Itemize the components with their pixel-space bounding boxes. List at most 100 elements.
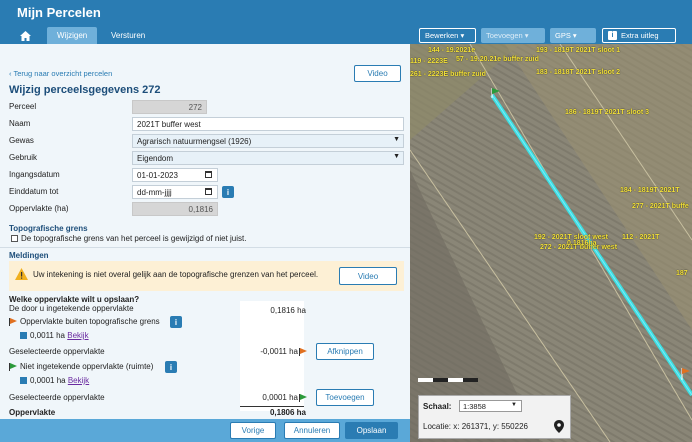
gebruik-value: Eigendom — [137, 154, 174, 163]
calendar-icon[interactable] — [205, 171, 212, 178]
map-label: 0,1816ha — [567, 240, 597, 247]
bewerken-button[interactable]: Bewerken ▾ — [419, 28, 476, 43]
green-flag-icon — [299, 394, 307, 403]
info-icon[interactable]: i — [170, 316, 182, 328]
location-readout: Locatie: x: 261371, y: 550226 — [423, 422, 528, 431]
ingangsdatum-input[interactable]: 01-01-2023 — [132, 168, 218, 182]
back-link-label: Terug naar overzicht percelen — [13, 69, 113, 78]
bewerken-label: Bewerken — [425, 31, 459, 40]
chevron-down-icon: ▼ — [393, 136, 400, 143]
annuleren-button[interactable]: Annuleren — [284, 422, 340, 439]
extra-uitleg-button[interactable]: i Extra uitleg — [602, 28, 676, 43]
perceel-field: 272 — [132, 100, 207, 114]
ingangsdatum-value: 01-01-2023 — [137, 171, 178, 180]
bekijk-link[interactable]: Bekijk — [67, 331, 88, 340]
toevoegen-button[interactable]: Toevoegen — [316, 389, 374, 406]
gewas-label: Gewas — [9, 136, 34, 145]
scale-value: 1:3858 — [463, 402, 486, 411]
field-gebruik: Gebruik Eigendom ▼ — [9, 151, 404, 165]
green-flag-icon — [9, 363, 17, 372]
gebruik-select[interactable]: Eigendom ▼ — [132, 151, 404, 165]
map-label: 193 - 1819T 2021T sloot 1 — [536, 47, 621, 54]
buiten-check-row[interactable]: 0,0011 ha Bekijk — [20, 331, 89, 340]
location-pin-icon[interactable] — [554, 420, 564, 433]
niet-checkbox[interactable] — [20, 377, 27, 385]
afknippen-button[interactable]: Afknippen — [316, 343, 374, 360]
toevoegen-label: Toevoegen — [486, 31, 523, 40]
left-panel: Mijn Percelen Wijzigen Versturen ‹ Terug… — [0, 0, 410, 442]
alert-text: Uw intekening is niet overal gelijk aan … — [33, 270, 319, 279]
map-label: 112 - 2021T — [622, 234, 660, 241]
app-title: Mijn Percelen — [17, 5, 101, 20]
scale-panel: Schaal: 1:3858 ▼ Locatie: x: 261371, y: 5… — [418, 395, 571, 439]
map-label: 144 - 19.2021e — [428, 47, 476, 54]
map-label: 183 - 1818T 2021T sloot 2 — [536, 69, 621, 76]
home-icon[interactable] — [10, 27, 40, 44]
geselecteerd2-text: 0,0001 ha — [262, 393, 298, 402]
info-icon[interactable]: i — [165, 361, 177, 373]
map-label: 187 — [676, 270, 688, 277]
einddatum-value: dd-mm-jjjj — [137, 188, 172, 197]
geselecteerd-value-1: -0,0011 ha — [260, 347, 310, 357]
geselecteerd-label-2: Geselecteerde oppervlakte — [9, 393, 105, 402]
field-ingangsdatum: Ingangsdatum 01-01-2023 — [9, 168, 404, 182]
footer-bar: Vorige Annuleren Opslaan — [0, 419, 410, 442]
niet-check-value: 0,0001 ha — [30, 376, 66, 385]
geselecteerd-label: Geselecteerde oppervlakte — [9, 347, 105, 356]
field-einddatum: Einddatum tot dd-mm-jjjj i — [9, 185, 404, 199]
back-link[interactable]: ‹ Terug naar overzicht percelen — [9, 69, 112, 78]
calendar-icon[interactable] — [205, 188, 212, 195]
scale-label: Schaal: — [423, 402, 452, 411]
orange-flag-icon — [9, 318, 17, 327]
einddatum-input[interactable]: dd-mm-jjjj — [132, 185, 218, 199]
field-naam: Naam 2021T buffer west — [9, 117, 404, 131]
bekijk-link[interactable]: Bekijk — [68, 376, 89, 385]
gebruik-label: Gebruik — [9, 153, 38, 162]
oppervlakte-label: Oppervlakte (ha) — [9, 204, 69, 213]
topo-checkbox-row[interactable]: De topografische grens van het perceel i… — [11, 234, 246, 243]
info-icon[interactable]: i — [222, 186, 234, 198]
total-value: 0,1806 ha — [269, 408, 306, 417]
gps-button[interactable]: GPS ▾ — [550, 28, 596, 43]
aerial-image — [410, 43, 692, 442]
map-label: 57 - 19.20.21e buffer zuid — [456, 56, 539, 63]
topo-checkbox-label: De topografische grens van het perceel i… — [21, 234, 247, 243]
info-icon: i — [608, 31, 617, 40]
scale-select[interactable]: 1:3858 ▼ — [459, 400, 522, 412]
tab-versturen[interactable]: Versturen — [101, 27, 155, 44]
warning-icon — [15, 268, 28, 280]
gewas-select[interactable]: Agrarisch natuurmengsel (1926) ▼ — [132, 134, 404, 148]
geselecteerd-value-2: 0,0001 ha — [262, 393, 310, 403]
perceel-label: Perceel — [9, 102, 37, 111]
page-title: Wijzig perceelsgegevens 272 — [9, 84, 161, 96]
vorige-button[interactable]: Vorige — [230, 422, 276, 439]
einddatum-label: Einddatum tot — [9, 187, 59, 196]
niet-check-row[interactable]: 0,0001 ha Bekijk — [20, 376, 89, 385]
opslaan-button[interactable]: Opslaan — [345, 422, 398, 439]
naam-input[interactable]: 2021T buffer west — [132, 117, 404, 131]
topo-checkbox[interactable] — [11, 235, 18, 243]
map-label: 119 - 2223E — [410, 58, 448, 65]
total-label: Oppervlakte — [9, 408, 56, 417]
niet-label: Niet ingetekende oppervlakte (ruimte) — [20, 362, 154, 371]
divider — [0, 247, 410, 248]
buiten-label: Oppervlakte buiten topografische grens — [20, 317, 160, 326]
toevoegen-map-button[interactable]: Toevoegen ▾ — [481, 28, 545, 43]
buiten-checkbox[interactable] — [20, 332, 27, 340]
sum-line — [240, 406, 304, 407]
map-view[interactable]: Bewerken ▾ Toevoegen ▾ GPS ▾ i Extra uitl… — [410, 0, 692, 442]
niet-row: Niet ingetekende oppervlakte (ruimte) — [9, 362, 154, 372]
naam-label: Naam — [9, 119, 31, 128]
map-label: 277 - 2021T buffe — [632, 203, 689, 210]
video-button[interactable]: Video — [354, 65, 401, 82]
buiten-row: Oppervlakte buiten topografische grens — [9, 317, 160, 327]
map-label: 186 - 1819T 2021T sloot 3 — [565, 109, 650, 116]
ingetekend-value: 0,1816 ha — [270, 306, 306, 315]
opp-question: Welke oppervlakte wilt u opslaan? — [9, 295, 140, 304]
alert-video-button[interactable]: Video — [339, 267, 397, 285]
gps-label: GPS — [555, 31, 571, 40]
tab-wijzigen[interactable]: Wijzigen — [47, 27, 98, 44]
app-header: Mijn Percelen Wijzigen Versturen — [0, 0, 410, 44]
ingetekend-label: De door u ingetekende oppervlakte — [9, 304, 134, 313]
map-label: 184 - 1819T 2021T — [620, 187, 680, 194]
